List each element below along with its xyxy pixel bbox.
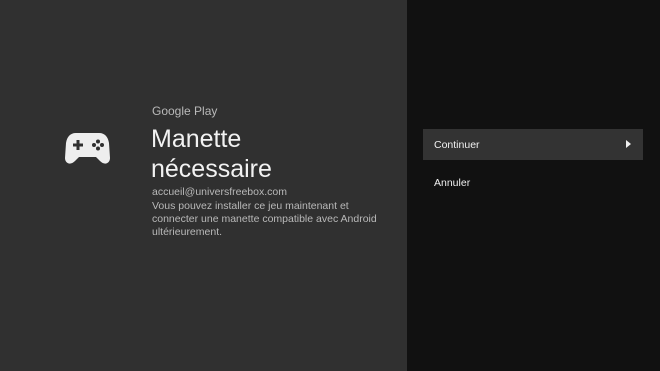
account-email: accueil@universfreebox.com — [152, 186, 287, 198]
guided-step-screen: Google Play Manette nécessaire accueil@u… — [0, 0, 660, 371]
continue-button-label: Continuer — [434, 138, 480, 151]
title-line-2: nécessaire — [151, 155, 272, 183]
cancel-button[interactable]: Annuler — [423, 167, 643, 198]
store-name: Google Play — [152, 104, 218, 118]
guidance-panel: Google Play Manette nécessaire accueil@u… — [0, 0, 407, 371]
cancel-button-label: Annuler — [434, 176, 471, 189]
description-text: Vous pouvez installer ce jeu maintenant … — [152, 200, 377, 238]
continue-button[interactable]: Continuer — [423, 129, 643, 160]
gamepad-icon — [65, 133, 110, 164]
play-arrow-icon — [626, 140, 631, 148]
page-title: Manette nécessaire — [151, 124, 272, 184]
title-line-1: Manette — [151, 125, 242, 153]
